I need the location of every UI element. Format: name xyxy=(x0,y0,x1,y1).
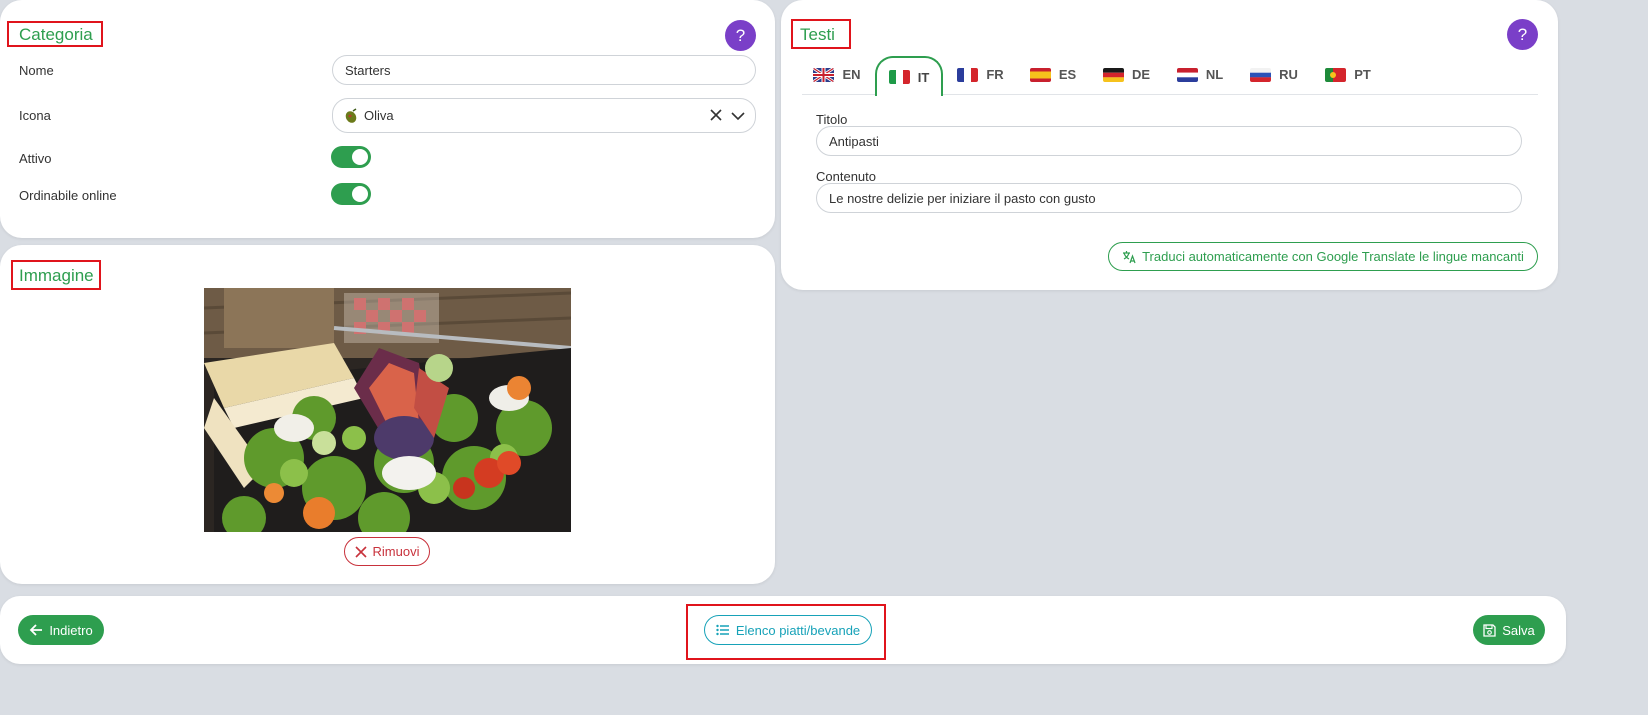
clear-icon[interactable] xyxy=(709,108,723,122)
netherlands-flag-icon xyxy=(1176,67,1198,82)
auto-translate-label: Traduci automaticamente con Google Trans… xyxy=(1142,249,1524,264)
close-icon xyxy=(354,545,367,558)
testi-title: Testi xyxy=(800,25,835,44)
tab-pt[interactable]: PT xyxy=(1314,55,1382,95)
attivo-toggle[interactable] xyxy=(331,146,371,168)
nome-input[interactable]: Starters xyxy=(332,55,756,85)
question-icon: ? xyxy=(735,25,746,45)
tab-label: IT xyxy=(917,69,930,85)
category-image xyxy=(204,288,571,532)
nome-label: Nome xyxy=(19,63,54,78)
ordinabile-toggle[interactable] xyxy=(331,183,371,205)
germany-flag-icon xyxy=(1102,67,1124,82)
dish-list-button[interactable]: Elenco piatti/bevande xyxy=(704,615,872,645)
icona-label: Icona xyxy=(19,108,51,123)
portugal-flag-icon xyxy=(1325,67,1347,82)
list-icon xyxy=(716,624,729,636)
tab-label: DE xyxy=(1131,67,1151,82)
footer-bar: Indietro Elenco piatti/bevande Salva xyxy=(0,596,1566,664)
translate-icon xyxy=(1123,250,1136,263)
titolo-label: Titolo xyxy=(816,112,848,127)
remove-image-button[interactable]: Rimuovi xyxy=(344,537,430,566)
testi-help-button[interactable]: ? xyxy=(1507,19,1538,50)
ordinabile-label: Ordinabile online xyxy=(19,188,117,203)
back-label: Indietro xyxy=(49,622,93,638)
tab-it[interactable]: IT xyxy=(875,56,943,96)
tab-es[interactable]: ES xyxy=(1018,55,1088,95)
categoria-help-button[interactable]: ? xyxy=(725,20,756,51)
tab-fr[interactable]: FR xyxy=(946,55,1015,95)
contenuto-input[interactable]: Le nostre delizie per iniziare il pasto … xyxy=(816,183,1522,213)
immagine-title: Immagine xyxy=(19,266,94,285)
russia-flag-icon xyxy=(1250,67,1272,82)
tab-label: FR xyxy=(986,67,1004,82)
tab-label: ES xyxy=(1058,67,1077,82)
back-button[interactable]: Indietro xyxy=(18,615,104,645)
attivo-label: Attivo xyxy=(19,151,52,166)
titolo-input[interactable]: Antipasti xyxy=(816,126,1522,156)
tab-en[interactable]: EN xyxy=(802,55,872,95)
contenuto-input-value: Le nostre delizie per iniziare il pasto … xyxy=(829,190,1096,206)
tab-label: RU xyxy=(1279,67,1298,82)
floppy-disk-icon xyxy=(1483,623,1496,637)
arrow-left-icon xyxy=(30,624,43,636)
contenuto-label: Contenuto xyxy=(816,169,876,184)
france-flag-icon xyxy=(957,67,979,82)
save-button[interactable]: Salva xyxy=(1473,615,1545,645)
categoria-title: Categoria xyxy=(19,25,93,44)
toggle-knob xyxy=(352,149,368,165)
icona-select-value: Oliva xyxy=(364,108,394,123)
spain-flag-icon xyxy=(1029,67,1051,82)
auto-translate-button[interactable]: Traduci automaticamente con Google Trans… xyxy=(1108,242,1538,271)
olive-icon xyxy=(345,107,357,123)
tab-ru[interactable]: RU xyxy=(1239,55,1309,95)
immagine-card: Immagine Rimuovi xyxy=(0,245,775,584)
titolo-input-value: Antipasti xyxy=(829,133,879,149)
tab-label: EN xyxy=(842,67,861,82)
tab-label: NL xyxy=(1205,67,1224,82)
remove-image-label: Rimuovi xyxy=(372,544,420,559)
icona-select[interactable]: Oliva xyxy=(332,98,756,133)
tab-de[interactable]: DE xyxy=(1092,55,1161,95)
toggle-knob xyxy=(352,186,368,202)
tab-label: PT xyxy=(1354,67,1371,82)
chevron-down-icon[interactable] xyxy=(731,109,745,123)
nome-input-value: Starters xyxy=(345,62,391,78)
language-tabs: EN IT FR ES DE NL RU PT xyxy=(802,55,1538,96)
save-label: Salva xyxy=(1502,622,1535,638)
uk-flag-icon xyxy=(813,67,835,82)
italy-flag-icon xyxy=(888,70,910,84)
tab-nl[interactable]: NL xyxy=(1165,55,1235,95)
categoria-card: Categoria ? Nome Starters Icona Oliva At… xyxy=(0,0,775,238)
dish-list-label: Elenco piatti/bevande xyxy=(735,622,861,638)
question-icon: ? xyxy=(1517,24,1528,44)
testi-card: Testi ? EN IT FR ES DE NL RU PT Titolo A… xyxy=(781,0,1558,290)
